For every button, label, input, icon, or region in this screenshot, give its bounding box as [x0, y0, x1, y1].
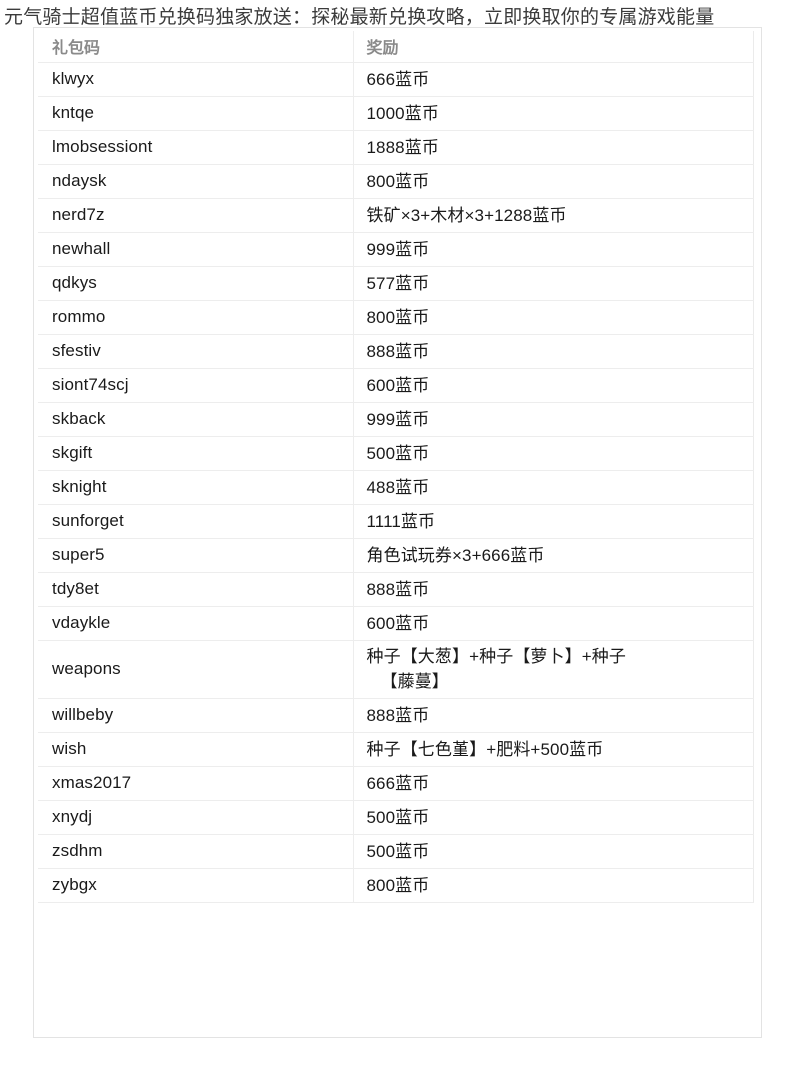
table-row: weapons 种子【大葱】+种子【萝卜】+种子【藤蔓】: [38, 640, 753, 699]
table-body: klwyx 666蓝币 kntqe 1000蓝币 lmobsessiont 1888蓝币 n…: [38, 62, 753, 903]
cell-award: 800蓝币: [352, 300, 753, 335]
table-row: super5 角色试玩券×3+666蓝币: [38, 538, 753, 573]
table-row: xnydj 500蓝币: [38, 800, 753, 835]
table-row: zybgx 800蓝币: [38, 868, 753, 903]
cell-award: 角色试玩券×3+666蓝币: [352, 538, 753, 573]
table-row: nerd7z 铁矿×3+木材×3+1288蓝币: [38, 198, 753, 233]
cell-award: 500蓝币: [352, 800, 753, 835]
cell-gift-code: super5: [38, 538, 353, 573]
cell-award: 500蓝币: [352, 436, 753, 471]
cell-gift-code: sfestiv: [38, 334, 353, 369]
cell-gift-code: rommo: [38, 300, 353, 335]
cell-award: 666蓝币: [352, 62, 753, 97]
cell-award: 888蓝币: [352, 698, 753, 733]
cell-gift-code: sunforget: [38, 504, 353, 539]
table-row: klwyx 666蓝币: [38, 62, 753, 97]
table-row: newhall 999蓝币: [38, 232, 753, 267]
cell-gift-code: kntqe: [38, 96, 353, 131]
cell-gift-code: qdkys: [38, 266, 353, 301]
table-row: sfestiv 888蓝币: [38, 334, 753, 369]
cell-award: 600蓝币: [352, 606, 753, 641]
cell-gift-code: newhall: [38, 232, 353, 267]
table-row: zsdhm 500蓝币: [38, 834, 753, 869]
cell-gift-code: willbeby: [38, 698, 353, 733]
table-row: ndaysk 800蓝币: [38, 164, 753, 199]
cell-gift-code: xnydj: [38, 800, 353, 835]
table-row: sknight 488蓝币: [38, 470, 753, 505]
table-row: lmobsessiont 1888蓝币: [38, 130, 753, 165]
table-row: tdy8et 888蓝币: [38, 572, 753, 607]
gift-code-table: 礼包码 奖励 klwyx 666蓝币 kntqe 1000蓝币 lmobsessiont…: [38, 31, 754, 903]
cell-gift-code: ndaysk: [38, 164, 353, 199]
cell-gift-code: lmobsessiont: [38, 130, 353, 165]
table-row: skgift 500蓝币: [38, 436, 753, 471]
cell-award: 铁矿×3+木材×3+1288蓝币: [352, 198, 753, 233]
table-row: wish 种子【七色堇】+肥料+500蓝币: [38, 732, 753, 767]
table-header-row: 礼包码 奖励: [38, 31, 753, 63]
column-header-award: 奖励: [352, 31, 753, 63]
cell-gift-code: zybgx: [38, 868, 353, 903]
cell-gift-code: wish: [38, 732, 353, 767]
cell-award: 888蓝币: [352, 572, 753, 607]
table-row: rommo 800蓝币: [38, 300, 753, 335]
cell-gift-code: zsdhm: [38, 834, 353, 869]
column-header-code: 礼包码: [38, 31, 353, 63]
cell-award: 800蓝币: [352, 868, 753, 903]
table-row: sunforget 1111蓝币: [38, 504, 753, 539]
table-row: vdaykle 600蓝币: [38, 606, 753, 641]
cell-award: 1111蓝币: [352, 504, 753, 539]
cell-gift-code: siont74scj: [38, 368, 353, 403]
cell-award: 1000蓝币: [352, 96, 753, 131]
cell-gift-code: vdaykle: [38, 606, 353, 641]
cell-award: 800蓝币: [352, 164, 753, 199]
cell-gift-code: xmas2017: [38, 766, 353, 801]
cell-award: 999蓝币: [352, 402, 753, 437]
cell-gift-code: skback: [38, 402, 353, 437]
cell-award: 488蓝币: [352, 470, 753, 505]
cell-gift-code: sknight: [38, 470, 353, 505]
cell-gift-code: tdy8et: [38, 572, 353, 607]
table-row: skback 999蓝币: [38, 402, 753, 437]
cell-award: 种子【七色堇】+肥料+500蓝币: [352, 732, 753, 767]
cell-gift-code: weapons: [38, 640, 353, 699]
table-row: qdkys 577蓝币: [38, 266, 753, 301]
cell-gift-code: skgift: [38, 436, 353, 471]
cell-gift-code: klwyx: [38, 62, 353, 97]
cell-award: 1888蓝币: [352, 130, 753, 165]
table-row: kntqe 1000蓝币: [38, 96, 753, 131]
cell-award: 888蓝币: [352, 334, 753, 369]
table-row: willbeby 888蓝币: [38, 698, 753, 733]
award-line-1: 种子【大葱】+种子【萝卜】+种子: [366, 647, 626, 666]
cell-award: 666蓝币: [352, 766, 753, 801]
cell-gift-code: nerd7z: [38, 198, 353, 233]
table-row: xmas2017 666蓝币: [38, 766, 753, 801]
gift-code-table-card: 礼包码 奖励 klwyx 666蓝币 kntqe 1000蓝币 lmobsessiont…: [33, 27, 762, 1038]
award-line-2: 【藤蔓】: [380, 672, 449, 691]
table-header: 礼包码 奖励: [38, 31, 753, 63]
table-scroll-area: 礼包码 奖励 klwyx 666蓝币 kntqe 1000蓝币 lmobsessiont…: [38, 31, 757, 903]
cell-award: 500蓝币: [352, 834, 753, 869]
cell-award: 577蓝币: [352, 266, 753, 301]
cell-award: 600蓝币: [352, 368, 753, 403]
table-row: siont74scj 600蓝币: [38, 368, 753, 403]
cell-award: 999蓝币: [352, 232, 753, 267]
award-text-wrapped: 种子【大葱】+种子【萝卜】+种子【藤蔓】: [367, 644, 753, 694]
cell-award: 种子【大葱】+种子【萝卜】+种子【藤蔓】: [352, 640, 753, 699]
